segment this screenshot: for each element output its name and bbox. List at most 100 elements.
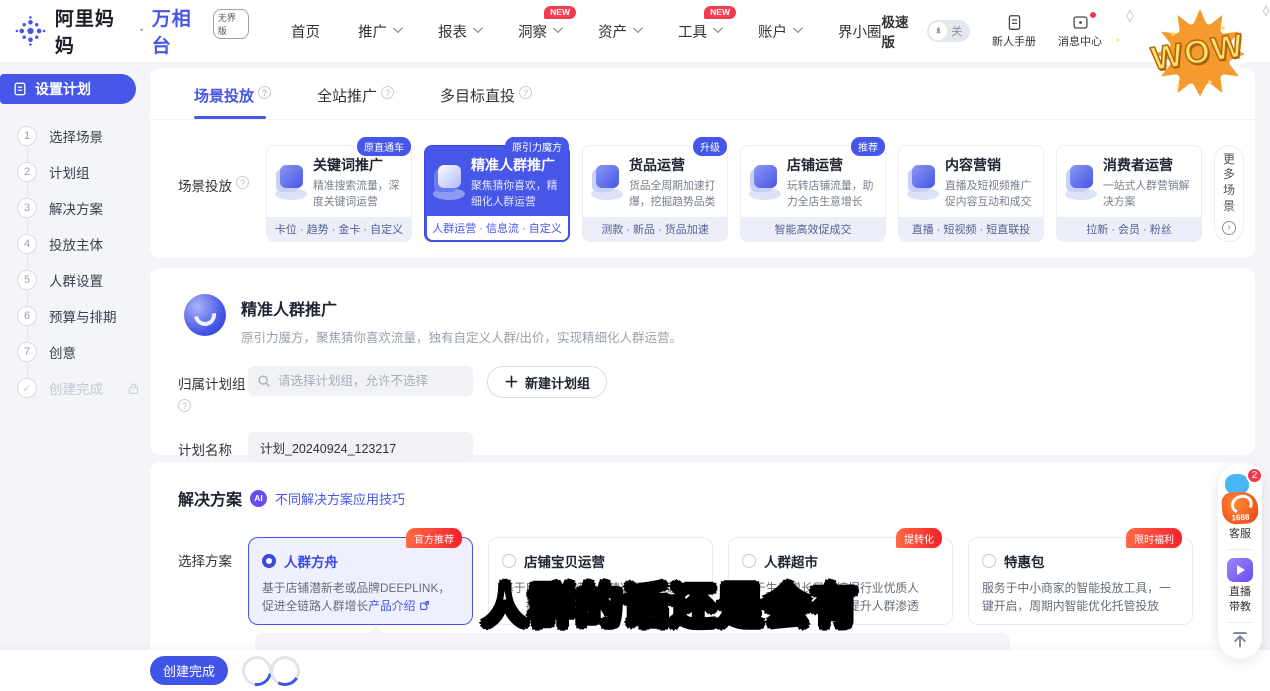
plus-icon: ＋ (504, 371, 519, 392)
plan-name-label: 计划名称 (178, 432, 248, 459)
shop-operation-icon (746, 163, 784, 201)
radio-unselected[interactable] (502, 554, 516, 568)
help-icon[interactable]: ? (519, 86, 532, 99)
option-title: 特惠包 (1004, 551, 1045, 571)
step-choose-scene[interactable]: 1 选择场景 (0, 118, 150, 154)
create-done-button[interactable]: 创建完成 (150, 656, 228, 685)
more-scenes-button[interactable]: 更多场景 › (1214, 145, 1244, 242)
help-icon[interactable]: ? (381, 86, 394, 99)
step-creative[interactable]: 7 创意 (0, 334, 150, 370)
scene-card-keyword[interactable]: 原直通车 关键词推广 精准搜索流量，深度关键词运营 卡位 · 趋势 · 金卡 ·… (266, 145, 412, 242)
corner-badge: 升级 (693, 137, 727, 156)
nav-item-assets[interactable]: 资产 (598, 21, 640, 42)
help-icon[interactable]: ? (236, 176, 249, 189)
video-subtitle: 人群的话还是会有 (482, 570, 858, 636)
live-teaching-label[interactable]: 直播带教 (1227, 585, 1253, 614)
step-audience[interactable]: 5 人群设置 (0, 262, 150, 298)
plan-panel: 精准人群推广 原引力魔方，聚焦猜你喜欢流量，独有自定义人群/出价，实现精细化人群… (150, 268, 1255, 455)
help-icon[interactable]: ? (258, 86, 271, 99)
scene-row-label: 场景投放 ? (178, 145, 266, 242)
wow-sticker: WOW (1118, 0, 1270, 108)
solution-option-audience-ark[interactable]: 官方推荐 人群方舟 基于店铺潜新老或品牌DEEPLINK，促进全链路人群增长产品… (248, 537, 473, 625)
precise-audience-icon (184, 294, 226, 336)
scene-card-title: 消费者运营 (1103, 155, 1196, 175)
radio-unselected[interactable] (982, 554, 996, 568)
topbar-right: 极速版 关 新人手册 消息中心 (881, 11, 1102, 51)
nav-item-insight[interactable]: NEW 洞察 (518, 21, 560, 42)
step-number: 7 (17, 342, 37, 362)
customer-service-button[interactable]: 客服 (1227, 527, 1253, 541)
nav-label: 洞察 (518, 21, 547, 42)
solution-option-special-pack[interactable]: 限时福利 特惠包 服务于中小商家的智能投放工具，一键开启，周期内智能优化托管投放 (968, 537, 1193, 625)
sidebar-item-setup-plan[interactable]: 设置计划 (0, 74, 136, 104)
chevron-down-icon (793, 23, 803, 33)
scene-cards: 原直通车 关键词推广 精准搜索流量，深度关键词运营 卡位 · 趋势 · 金卡 ·… (266, 145, 1202, 242)
tab-label: 多目标直投 (440, 85, 515, 106)
tab-multi-goal[interactable]: 多目标直投 ? (440, 85, 532, 119)
nav-item-promotion[interactable]: 推广 (358, 21, 400, 42)
scene-card-precise-audience[interactable]: 原引力魔方 精准人群推广 聚焦猜你喜欢，精细化人群运营 人群运营 · 信息流 ·… (424, 145, 570, 242)
radio-unselected[interactable] (742, 554, 756, 568)
audience-promo-icon (430, 163, 468, 201)
nav-item-report[interactable]: 报表 (438, 21, 480, 42)
scene-card-title: 精准人群推广 (471, 155, 564, 175)
scene-panel: 场景投放 ? 全站推广 ? 多目标直投 ? 场景投放 ? 原直通车 关键词推广 (150, 68, 1255, 258)
back-to-top-button[interactable] (1230, 631, 1250, 649)
step-budget[interactable]: 6 预算与排期 (0, 298, 150, 334)
scene-card-content[interactable]: 内容营销 直播及短视频推广促内容互动和成交 直播 · 短视频 · 短直联投 (898, 145, 1044, 242)
scene-card-title: 关键词推广 (313, 155, 406, 175)
main-nav: 首页 推广 报表 NEW 洞察 资产 NEW 工具 账户 界小圈 (291, 21, 882, 42)
manual-icon (1006, 14, 1023, 31)
step-solution[interactable]: 3 解决方案 (0, 190, 150, 226)
step-label: 人群设置 (49, 270, 103, 290)
radio-selected[interactable] (262, 554, 276, 568)
scene-card-tags: 拉新 · 会员 · 粉丝 (1057, 217, 1201, 241)
brand-logo[interactable]: 阿里妈妈 · 万相台 无界版 (14, 4, 249, 58)
nav-item-home[interactable]: 首页 (291, 21, 320, 42)
option-desc: 服务于中小商家的智能投放工具，一键开启，周期内智能优化托管投放 (982, 579, 1179, 616)
nav-label: 推广 (358, 21, 387, 42)
nav-label: 首页 (291, 21, 320, 42)
step-number: 3 (17, 198, 37, 218)
nav-item-jiexiaoquan[interactable]: 界小圈 (838, 21, 882, 42)
product-intro-link[interactable]: 产品介绍 (368, 599, 415, 613)
alimama-logo-icon (14, 14, 47, 48)
tab-sitewide[interactable]: 全站推广 ? (317, 85, 394, 119)
plan-group-select-input[interactable] (248, 366, 473, 396)
step-target[interactable]: 4 投放主体 (0, 226, 150, 262)
toggle-state-label: 关 (951, 23, 962, 39)
scene-card-tags: 智能高效促成交 (741, 217, 885, 241)
live-teaching-icon[interactable] (1227, 558, 1253, 582)
external-link-icon[interactable] (419, 600, 430, 611)
nav-item-tools[interactable]: NEW 工具 (678, 21, 720, 42)
step-number: 2 (17, 162, 37, 182)
keyword-promo-icon (272, 163, 310, 201)
speed-mode-toggle[interactable]: 关 (927, 20, 970, 42)
loading-ring (267, 652, 304, 689)
consumer-operation-icon (1062, 163, 1100, 201)
check-icon: ✓ (17, 378, 37, 398)
chevron-down-icon (553, 23, 563, 33)
tab-scene-launch[interactable]: 场景投放 ? (194, 85, 271, 119)
option-title: 人群方舟 (284, 551, 338, 571)
corner-badge: 推荐 (851, 137, 885, 156)
nav-item-account[interactable]: 账户 (758, 21, 800, 42)
scene-card-goods[interactable]: 升级 货品运营 货品全周期加速打爆，挖掘趋势品类 测款 · 新品 · 货品加速 (582, 145, 728, 242)
plan-name-input[interactable] (248, 432, 473, 462)
solution-tips-link[interactable]: 不同解决方案应用技巧 (275, 489, 405, 508)
newbie-manual-button[interactable]: 新人手册 (992, 14, 1036, 49)
step-plan-group[interactable]: 2 计划组 (0, 154, 150, 190)
nav-label: 工具 (678, 21, 707, 42)
option-title: 店铺宝贝运营 (524, 551, 605, 571)
message-center-button[interactable]: 消息中心 (1058, 14, 1102, 49)
new-plan-group-button[interactable]: ＋ 新建计划组 (487, 366, 607, 398)
help-icon[interactable]: ? (178, 399, 191, 412)
chevron-down-icon (473, 23, 483, 33)
scene-card-shop[interactable]: 推荐 店铺运营 玩转店铺流量，助力全店生意增长 智能高效促成交 (740, 145, 886, 242)
scene-card-tags: 人群运营 · 信息流 · 自定义 (427, 216, 568, 240)
sidebar-active-label: 设置计划 (35, 79, 91, 99)
logo-1688-icon[interactable]: 1688 (1221, 491, 1259, 525)
lock-icon (127, 382, 140, 395)
scene-card-consumer[interactable]: 消费者运营 一站式人群营销解决方案 拉新 · 会员 · 粉丝 (1056, 145, 1202, 242)
scene-card-title: 店铺运营 (787, 155, 880, 175)
